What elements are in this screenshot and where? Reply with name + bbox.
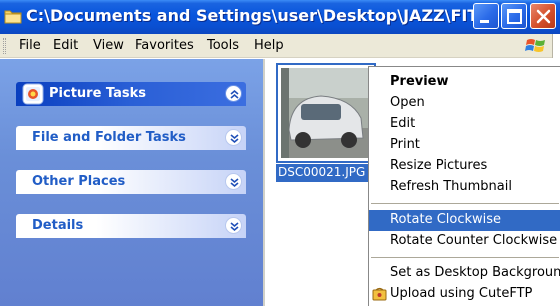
minimize-icon xyxy=(480,20,489,23)
menu-item-label: Rotate Counter Clockwise xyxy=(390,233,558,248)
photo-thumbnail-image xyxy=(281,68,371,158)
menu-view[interactable]: View xyxy=(93,38,124,53)
picture-tasks-header[interactable]: Picture Tasks xyxy=(16,82,246,106)
menu-tools[interactable]: Tools xyxy=(207,38,239,53)
menu-item-label: Upload using CuteFTP xyxy=(390,286,533,301)
picture-tasks-label: Picture Tasks xyxy=(49,86,146,101)
menu-item-rotate-clockwise[interactable]: Rotate Clockwise xyxy=(369,210,560,231)
context-menu: Preview Open Edit Print Resize Pictures … xyxy=(368,66,560,306)
title-bar[interactable]: C:\Documents and Settings\user\Desktop\J… xyxy=(0,0,560,34)
folder-icon xyxy=(4,10,22,24)
window-title: C:\Documents and Settings\user\Desktop\J… xyxy=(26,6,479,25)
menu-separator xyxy=(371,257,559,258)
menu-edit[interactable]: Edit xyxy=(53,38,78,53)
close-button[interactable] xyxy=(530,3,556,29)
menu-grip[interactable] xyxy=(3,38,6,54)
menu-item-label: Print xyxy=(390,137,420,152)
menu-separator xyxy=(371,203,559,204)
menu-item-label: Set as Desktop Background xyxy=(390,265,560,280)
file-folder-tasks-label: File and Folder Tasks xyxy=(32,130,186,145)
menu-item-preview[interactable]: Preview xyxy=(369,72,560,93)
menu-item-rotate-counter-clockwise[interactable]: Rotate Counter Clockwise xyxy=(369,231,560,252)
other-places-label: Other Places xyxy=(32,174,126,189)
menu-item-print[interactable]: Print xyxy=(369,135,560,156)
file-thumbnail[interactable] xyxy=(276,63,376,163)
double-chevron-down-icon[interactable] xyxy=(225,173,242,190)
pane-divider xyxy=(263,59,265,306)
menu-item-label: Resize Pictures xyxy=(390,158,488,173)
double-chevron-down-icon[interactable] xyxy=(225,129,242,146)
menu-help[interactable]: Help xyxy=(254,38,284,53)
file-folder-tasks-header[interactable]: File and Folder Tasks xyxy=(16,126,246,150)
double-chevron-up-icon[interactable] xyxy=(225,85,242,102)
menu-item-upload-cuteftp[interactable]: Upload using CuteFTP xyxy=(369,284,560,305)
menu-item-label: Edit xyxy=(390,116,416,131)
menu-item-set-desktop-background[interactable]: Set as Desktop Background xyxy=(369,263,560,284)
task-pane: Picture Tasks File and Folder Tasks Othe… xyxy=(0,59,263,306)
menu-item-label: Preview xyxy=(390,74,449,89)
menu-item-edit[interactable]: Edit xyxy=(369,114,560,135)
menu-item-label: Open xyxy=(390,95,425,110)
menu-item-resize-pictures[interactable]: Resize Pictures xyxy=(369,156,560,177)
menu-bar: File Edit View Favorites Tools Help xyxy=(0,34,560,58)
menu-file[interactable]: File xyxy=(19,38,41,53)
cuteftp-icon xyxy=(372,287,387,301)
menu-item-label: Rotate Clockwise xyxy=(390,212,502,227)
close-icon xyxy=(536,9,551,24)
menubar-edge xyxy=(552,34,560,58)
menu-favorites[interactable]: Favorites xyxy=(135,38,194,53)
file-name-label[interactable]: DSC00021.JPG xyxy=(276,164,376,182)
menu-item-open[interactable]: Open xyxy=(369,93,560,114)
menu-item-refresh-thumbnail[interactable]: Refresh Thumbnail xyxy=(369,177,560,198)
minimize-button[interactable] xyxy=(473,3,499,29)
other-places-header[interactable]: Other Places xyxy=(16,170,246,194)
details-header[interactable]: Details xyxy=(16,214,246,238)
details-label: Details xyxy=(32,218,84,233)
maximize-button[interactable] xyxy=(501,3,527,29)
maximize-icon xyxy=(507,9,522,24)
picture-tasks-icon xyxy=(22,83,44,105)
menu-item-label: Refresh Thumbnail xyxy=(390,179,512,194)
windows-logo-icon xyxy=(525,39,545,52)
double-chevron-down-icon[interactable] xyxy=(225,217,242,234)
